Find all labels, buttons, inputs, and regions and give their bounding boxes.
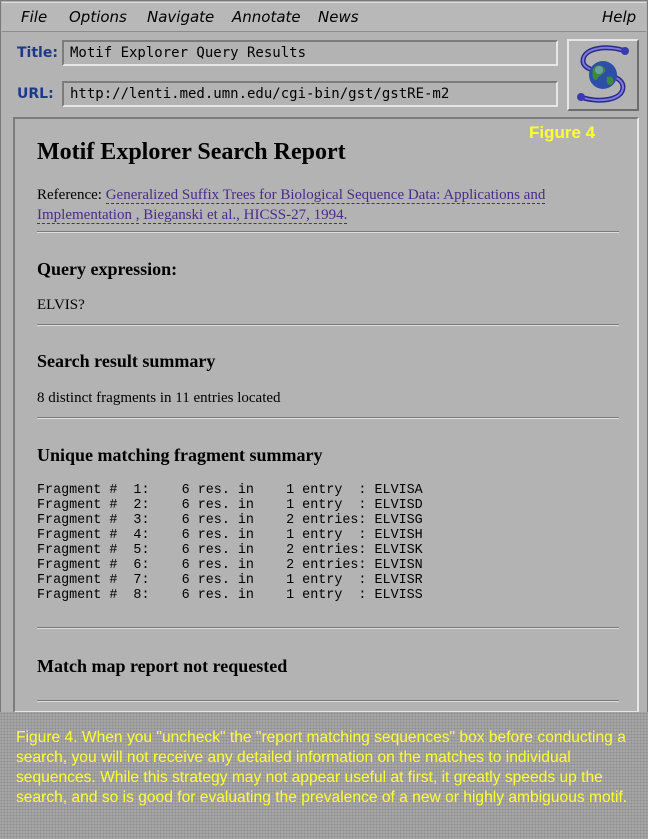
menu-help[interactable]: Help [602, 8, 636, 26]
menu-file[interactable]: File [21, 8, 47, 26]
menu-bar: File Options Navigate Annotate News Help [2, 2, 646, 32]
query-heading: Query expression: [37, 259, 178, 279]
divider [37, 324, 619, 326]
page-title: Motif Explorer Search Report [37, 139, 346, 165]
url-label: URL: [17, 86, 54, 102]
summary-value: 8 distinct fragments in 11 entries locat… [37, 390, 281, 406]
fragment-row: Fragment # 3: 6 res. in 2 entries: ELVIS… [37, 513, 423, 528]
matchmap-heading: Match map report not requested [37, 656, 288, 676]
reference-prefix: Reference: [37, 187, 106, 203]
url-field[interactable]: http://lenti.med.umn.edu/cgi-bin/gst/gst… [62, 81, 558, 107]
figure-caption: Figure 4. When you "uncheck" the "report… [0, 712, 648, 839]
fragment-list: Fragment # 1: 6 res. in 1 entry : ELVISA… [37, 483, 423, 603]
fragment-row: Fragment # 6: 6 res. in 2 entries: ELVIS… [37, 558, 423, 573]
fragment-row: Fragment # 7: 6 res. in 1 entry : ELVISR [37, 573, 423, 588]
browser-window: File Options Navigate Annotate News Help… [0, 0, 648, 714]
title-label: Title: [17, 45, 58, 61]
logo-button[interactable] [567, 39, 639, 111]
fragment-row: Fragment # 8: 6 res. in 1 entry : ELVISS [37, 588, 423, 603]
fragment-row: Fragment # 1: 6 res. in 1 entry : ELVISA [37, 483, 423, 498]
menu-news[interactable]: News [318, 8, 359, 26]
divider [37, 627, 619, 629]
title-field[interactable]: Motif Explorer Query Results [62, 40, 558, 66]
divider [37, 417, 619, 419]
reference-line: Reference: Generalized Suffix Trees for … [37, 185, 607, 225]
menu-options[interactable]: Options [69, 8, 127, 26]
reference-link-authors[interactable]: Bieganski et al., HICSS-27, 1994. [143, 207, 348, 224]
menu-navigate[interactable]: Navigate [147, 8, 214, 26]
fragment-row: Fragment # 4: 6 res. in 1 entry : ELVISH [37, 528, 423, 543]
fragment-row: Fragment # 2: 6 res. in 1 entry : ELVISD [37, 498, 423, 513]
document-pane[interactable]: Figure 4 Motif Explorer Search Report Re… [13, 117, 639, 713]
figure-tag: Figure 4 [529, 123, 596, 142]
summary-heading: Search result summary [37, 351, 216, 371]
fragment-row: Fragment # 5: 6 res. in 2 entries: ELVIS… [37, 543, 423, 558]
menu-annotate[interactable]: Annotate [232, 8, 301, 26]
caption-text: Figure 4. When you "uncheck" the "report… [16, 729, 628, 806]
fragments-heading: Unique matching fragment summary [37, 445, 323, 465]
divider [37, 700, 619, 702]
query-value: ELVIS? [37, 297, 85, 313]
globe-s-logo-icon [577, 45, 629, 103]
divider [37, 231, 619, 233]
